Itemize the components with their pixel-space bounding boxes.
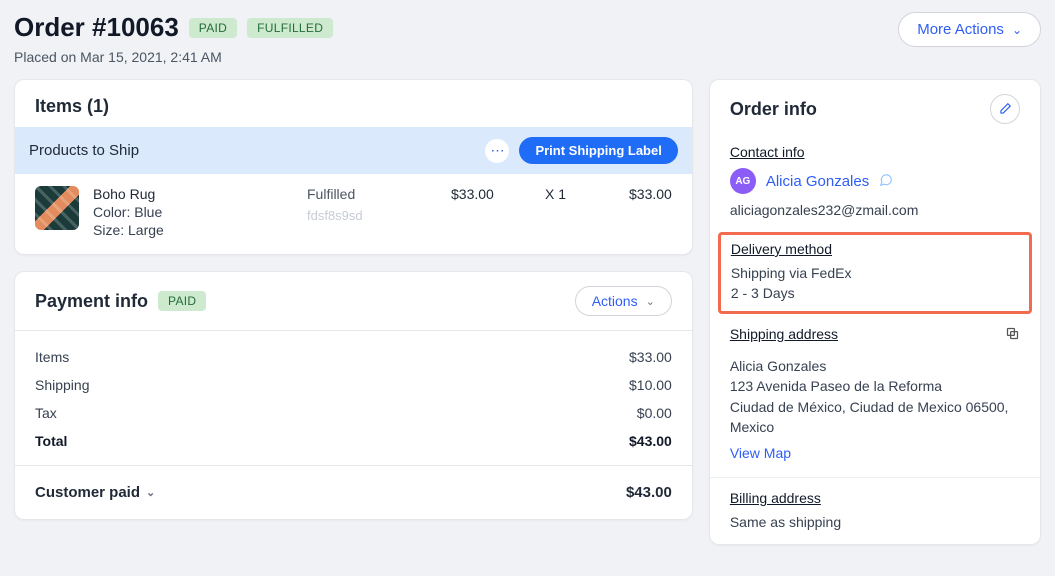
order-title: Order #10063 bbox=[14, 12, 179, 43]
payment-title: Payment info bbox=[35, 291, 148, 312]
more-icon[interactable]: ⋯ bbox=[485, 139, 509, 163]
customer-email: aliciagonzales232@zmail.com bbox=[730, 202, 1020, 218]
payment-badge-paid: PAID bbox=[158, 291, 206, 311]
product-option-size: Size: Large bbox=[93, 222, 293, 238]
delivery-method-label: Delivery method bbox=[731, 241, 1019, 257]
fulfillment-status: Fulfilled bbox=[307, 186, 437, 202]
shipping-line1: 123 Avenida Paseo de la Reforma bbox=[730, 376, 1020, 396]
payment-row-tax: Tax $0.00 bbox=[35, 399, 672, 427]
customer-name-link[interactable]: Alicia Gonzales bbox=[766, 173, 869, 190]
value: $43.00 bbox=[629, 433, 672, 449]
shipping-address-label: Shipping address bbox=[730, 326, 838, 342]
customer-paid-label: Customer paid bbox=[35, 484, 140, 501]
copy-icon[interactable] bbox=[1005, 326, 1020, 346]
unit-price: $33.00 bbox=[451, 186, 531, 202]
payment-row-shipping: Shipping $10.00 bbox=[35, 371, 672, 399]
badge-paid: PAID bbox=[189, 18, 237, 38]
items-card-title: Items (1) bbox=[15, 80, 692, 127]
value: $10.00 bbox=[629, 377, 672, 393]
billing-same-as-shipping: Same as shipping bbox=[730, 514, 1020, 530]
payment-card: Payment info PAID Actions ⌄ Items $33.00… bbox=[14, 271, 693, 520]
label: Tax bbox=[35, 405, 57, 421]
chat-icon[interactable] bbox=[879, 173, 893, 190]
customer-paid-toggle[interactable]: Customer paid ⌄ bbox=[35, 484, 155, 501]
delivery-eta: 2 - 3 Days bbox=[731, 285, 1019, 301]
payment-actions-button[interactable]: Actions ⌄ bbox=[575, 286, 672, 316]
value: $0.00 bbox=[637, 405, 672, 421]
more-actions-button[interactable]: More Actions ⌄ bbox=[898, 12, 1041, 47]
page-header: Order #10063 PAID FULFILLED Placed on Ma… bbox=[14, 12, 1041, 65]
billing-address-label: Billing address bbox=[730, 490, 1020, 506]
chevron-down-icon: ⌄ bbox=[646, 295, 655, 308]
product-name: Boho Rug bbox=[93, 186, 293, 202]
sku: fdsf8s9sd bbox=[307, 208, 437, 223]
placed-on: Placed on Mar 15, 2021, 2:41 AM bbox=[14, 49, 333, 65]
print-shipping-label-button[interactable]: Print Shipping Label bbox=[519, 137, 677, 164]
product-option-color: Color: Blue bbox=[93, 204, 293, 220]
chevron-down-icon: ⌄ bbox=[146, 486, 155, 499]
customer-paid-row: Customer paid ⌄ $43.00 bbox=[15, 470, 692, 519]
products-to-ship-label: Products to Ship bbox=[29, 142, 139, 159]
edit-order-info-button[interactable] bbox=[990, 94, 1020, 124]
delivery-method-highlight: Delivery method Shipping via FedEx 2 - 3… bbox=[718, 232, 1032, 314]
payment-row-total: Total $43.00 bbox=[35, 427, 672, 455]
items-card: Items (1) Products to Ship ⋯ Print Shipp… bbox=[14, 79, 693, 255]
products-to-ship-bar: Products to Ship ⋯ Print Shipping Label bbox=[15, 127, 692, 174]
avatar: AG bbox=[730, 168, 756, 194]
view-map-link[interactable]: View Map bbox=[730, 445, 791, 461]
order-info-title: Order info bbox=[730, 99, 817, 120]
shipping-address-section: Shipping address Alicia Gonzales 123 Ave… bbox=[710, 314, 1040, 477]
payment-row-items: Items $33.00 bbox=[35, 343, 672, 371]
label: Items bbox=[35, 349, 69, 365]
payment-actions-label: Actions bbox=[592, 293, 638, 309]
label: Shipping bbox=[35, 377, 90, 393]
quantity: X 1 bbox=[545, 186, 615, 202]
value: $33.00 bbox=[629, 349, 672, 365]
line-total: $33.00 bbox=[629, 186, 672, 202]
more-actions-label: More Actions bbox=[917, 21, 1004, 38]
contact-info-label: Contact info bbox=[730, 144, 1020, 160]
line-item: Boho Rug Color: Blue Size: Large Fulfill… bbox=[15, 174, 692, 254]
chevron-down-icon: ⌄ bbox=[1012, 23, 1022, 37]
shipping-line2: Ciudad de México, Ciudad de Mexico 06500… bbox=[730, 397, 1020, 438]
order-info-card: Order info Contact info AG Alicia Gonzal… bbox=[709, 79, 1041, 545]
pencil-icon bbox=[998, 102, 1012, 116]
billing-address-section: Billing address Same as shipping bbox=[710, 477, 1040, 544]
shipping-name: Alicia Gonzales bbox=[730, 356, 1020, 376]
delivery-carrier: Shipping via FedEx bbox=[731, 265, 1019, 281]
contact-info-section: Contact info AG Alicia Gonzales aliciago… bbox=[710, 132, 1040, 232]
product-thumbnail bbox=[35, 186, 79, 230]
label: Total bbox=[35, 433, 67, 449]
badge-fulfilled: FULFILLED bbox=[247, 18, 333, 38]
customer-paid-value: $43.00 bbox=[626, 484, 672, 501]
